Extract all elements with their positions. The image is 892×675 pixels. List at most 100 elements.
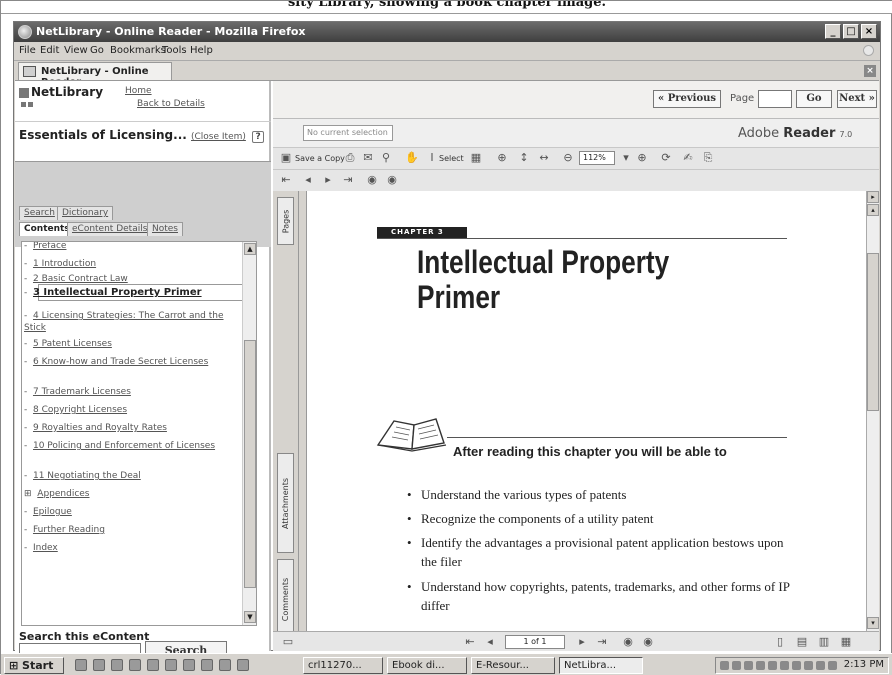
tray-icon[interactable] xyxy=(744,661,753,670)
continuous-icon[interactable]: ▤ xyxy=(795,635,809,649)
tab-search[interactable]: Search xyxy=(19,206,60,220)
options-icon[interactable]: ▭ xyxy=(281,635,295,649)
quicklaunch-icon[interactable] xyxy=(201,659,213,671)
save-copy-button[interactable]: Save a Copy xyxy=(295,154,345,163)
tab-dictionary[interactable]: Dictionary xyxy=(57,206,114,220)
quicklaunch-icon[interactable] xyxy=(219,659,231,671)
taskbar-item-netlibrary[interactable]: NetLibra... xyxy=(559,657,643,674)
toc-item-current[interactable]: - 3 Intellectual Property Primer xyxy=(24,287,242,299)
fit-width-icon[interactable]: ↔ xyxy=(537,151,551,165)
toc-item[interactable]: - Index xyxy=(24,542,242,554)
quicklaunch-icon[interactable] xyxy=(111,659,123,671)
status-prev-page-icon[interactable]: ◂ xyxy=(483,635,497,649)
taskbar-item-eresources[interactable]: E-Resour... xyxy=(471,657,555,674)
page-input[interactable] xyxy=(758,90,792,108)
status-next-page-icon[interactable]: ▸ xyxy=(575,635,589,649)
tray-icon[interactable] xyxy=(732,661,741,670)
last-page-icon[interactable]: ⇥ xyxy=(341,173,355,187)
quicklaunch-icon[interactable] xyxy=(129,659,141,671)
tray-icon[interactable] xyxy=(828,661,837,670)
status-first-page-icon[interactable]: ⇤ xyxy=(463,635,477,649)
menu-go[interactable]: Go xyxy=(90,45,104,56)
toc-item[interactable]: - 1 Introduction xyxy=(24,258,242,270)
quicklaunch-icon[interactable] xyxy=(183,659,195,671)
rotate-icon[interactable]: ⟳ xyxy=(659,151,673,165)
quicklaunch-icon[interactable] xyxy=(147,659,159,671)
next-page-icon[interactable]: ▸ xyxy=(321,173,335,187)
quicklaunch-icon[interactable] xyxy=(93,659,105,671)
go-button[interactable]: Go xyxy=(796,90,832,108)
attachments-tab[interactable]: Attachments xyxy=(277,453,294,553)
go-back-icon[interactable]: ◉ xyxy=(365,173,379,187)
scroll-down-icon[interactable]: ▼ xyxy=(244,611,256,623)
quicklaunch-icon[interactable] xyxy=(75,659,87,671)
fit-height-icon[interactable]: ↕ xyxy=(517,151,531,165)
status-last-page-icon[interactable]: ⇥ xyxy=(595,635,609,649)
tray-icon[interactable] xyxy=(756,661,765,670)
close-tab-button[interactable]: × xyxy=(864,65,876,77)
tray-icon[interactable] xyxy=(804,661,813,670)
pages-tab[interactable]: Pages xyxy=(277,197,294,245)
zoom-in-tool-icon[interactable]: ⊕ xyxy=(495,151,509,165)
prev-page-icon[interactable]: ◂ xyxy=(301,173,315,187)
menu-edit[interactable]: Edit xyxy=(40,45,59,56)
scroll-up-icon[interactable]: ▲ xyxy=(244,243,256,255)
page-scroll-thumb[interactable] xyxy=(867,253,879,411)
single-page-icon[interactable]: ▯ xyxy=(773,635,787,649)
title-bar[interactable]: NetLibrary - Online Reader - Mozilla Fir… xyxy=(14,22,880,42)
menu-file[interactable]: File xyxy=(19,45,36,56)
page-counter[interactable]: 1 of 1 xyxy=(505,635,565,649)
page-scroll-right-icon[interactable]: ▸ xyxy=(867,191,879,203)
comments-tab[interactable]: Comments xyxy=(277,559,294,639)
toc-item[interactable]: - 8 Copyright Licenses xyxy=(24,404,242,416)
toc-item[interactable]: - Preface xyxy=(24,242,242,252)
previous-button[interactable]: « Previous xyxy=(653,90,721,108)
toc-item[interactable]: - 7 Trademark Licenses xyxy=(24,386,242,398)
close-item-link[interactable]: (Close Item) xyxy=(191,132,246,142)
zoom-dropdown-icon[interactable]: ▾ xyxy=(619,151,633,165)
quicklaunch-icon[interactable] xyxy=(165,659,177,671)
toc-scrollbar[interactable]: ▲ ▼ xyxy=(242,242,256,625)
minimize-button[interactable]: _ xyxy=(825,24,841,39)
tray-icon[interactable] xyxy=(768,661,777,670)
toc-item[interactable]: - Epilogue xyxy=(24,506,242,518)
tray-icon[interactable] xyxy=(816,661,825,670)
go-forward-icon[interactable]: ◉ xyxy=(385,173,399,187)
zoom-out-icon[interactable]: ⊖ xyxy=(561,151,575,165)
toc-item-expandable[interactable]: ⊞ Appendices xyxy=(24,488,242,500)
status-forward-icon[interactable]: ◉ xyxy=(641,635,655,649)
page-scroll-down-icon[interactable]: ▾ xyxy=(867,617,879,629)
menu-tools[interactable]: Tools xyxy=(162,45,187,56)
maximize-button[interactable]: □ xyxy=(843,24,859,39)
toc-item[interactable]: - Further Reading xyxy=(24,524,242,536)
close-window-button[interactable]: × xyxy=(861,24,877,39)
tab-econtent-details[interactable]: eContent Details xyxy=(67,222,153,236)
first-page-icon[interactable]: ⇤ xyxy=(279,173,293,187)
next-button[interactable]: Next » xyxy=(837,90,877,108)
zoom-level[interactable]: 112% xyxy=(579,151,615,165)
snapshot-icon[interactable]: ▦ xyxy=(469,151,483,165)
home-link[interactable]: Home xyxy=(125,86,152,96)
toc-item[interactable]: - 5 Patent Licenses xyxy=(24,338,242,350)
select-button[interactable]: Select xyxy=(439,154,464,163)
facing-icon[interactable]: ▥ xyxy=(817,635,831,649)
email-icon[interactable]: ✉ xyxy=(361,151,375,165)
tab-netlibrary[interactable]: NetLibrary - Online Reader xyxy=(18,62,172,88)
tray-icon[interactable] xyxy=(792,661,801,670)
find-icon[interactable]: ⚲ xyxy=(379,151,393,165)
pdf-scrollbar[interactable]: ▸ ▴ ▾ xyxy=(866,191,879,631)
toc-item[interactable]: - 4 Licensing Strategies: The Carrot and… xyxy=(24,310,242,334)
scroll-thumb[interactable] xyxy=(244,340,256,588)
toc-item[interactable]: - 6 Know-how and Trade Secret Licenses xyxy=(24,356,242,368)
zoom-in-icon[interactable]: ⊕ xyxy=(635,151,649,165)
menu-view[interactable]: View xyxy=(64,45,88,56)
help-icon[interactable]: ? xyxy=(252,131,265,143)
toc-item[interactable]: - 11 Negotiating the Deal xyxy=(24,470,242,482)
taskbar-item-word[interactable]: crl11270... xyxy=(303,657,383,674)
status-back-icon[interactable]: ◉ xyxy=(621,635,635,649)
toc-item[interactable]: - 10 Policing and Enforcement of License… xyxy=(24,440,242,452)
toc-item[interactable]: - 2 Basic Contract Law xyxy=(24,273,242,285)
print-icon[interactable]: ⎙ xyxy=(343,151,357,165)
page-scroll-up-icon[interactable]: ▴ xyxy=(867,204,879,216)
copy-icon[interactable]: ⎘ xyxy=(701,151,715,165)
